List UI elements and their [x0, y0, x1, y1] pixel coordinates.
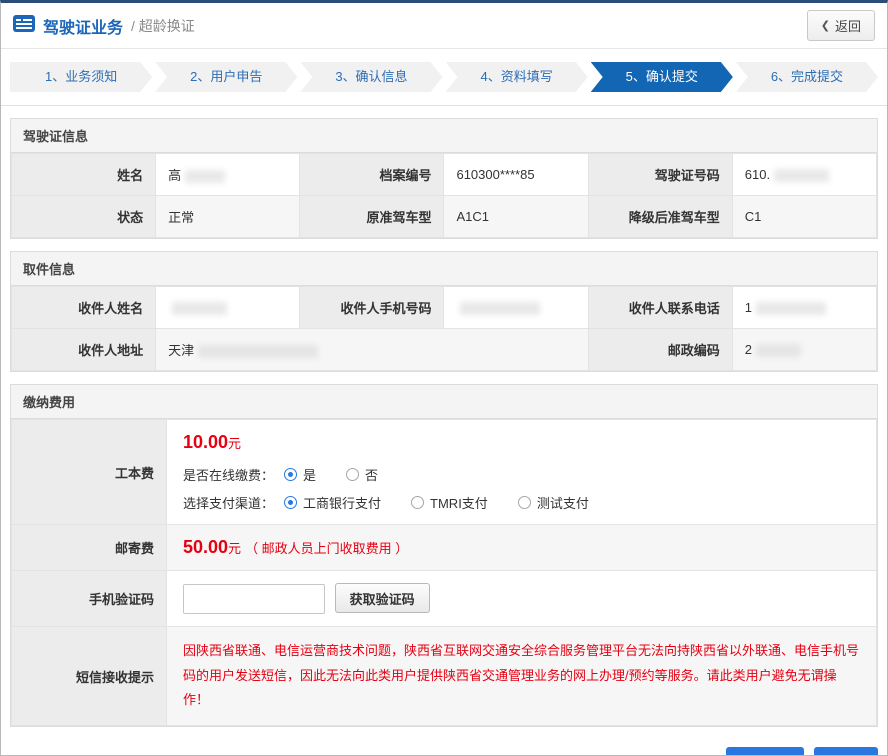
- breadcrumb: 驾驶证业务 / 超龄换证: [13, 14, 195, 38]
- step-wizard: 1、业务须知 2、用户申告 3、确认信息 4、资料填写 5、确认提交 6、完成提…: [1, 49, 887, 106]
- chevron-left-icon: ❮: [821, 19, 830, 32]
- license-info-table: 姓名 高 档案编号 610300****85 驾驶证号码 610. 状态 正常 …: [11, 153, 877, 238]
- radio-icon[interactable]: [518, 496, 531, 509]
- captcha-content: 获取验证码: [167, 571, 877, 627]
- downgraded-type-value: C1: [732, 196, 876, 238]
- postal-code-label: 邮政编码: [588, 329, 732, 371]
- recipient-mobile-value: [444, 287, 588, 329]
- license-no-value: 610.: [732, 154, 876, 196]
- orig-type-label: 原准驾车型: [300, 196, 444, 238]
- step-5-confirm-submit: 5、确认提交: [591, 62, 733, 92]
- mailing-fee-note: （ 邮政人员上门收取费用 ）: [245, 541, 408, 556]
- header: 驾驶证业务 / 超龄换证 ❮ 返回: [1, 3, 887, 49]
- payment-channel-question: 选择支付渠道：: [183, 493, 274, 512]
- sms-notice-content: 因陕西省联通、电信运营商技术问题，陕西省互联网交通安全综合服务管理平台无法向持陕…: [167, 627, 877, 726]
- table-row: 邮寄费 50.00元（ 邮政人员上门收取费用 ）: [12, 525, 877, 571]
- recipient-address-value: 天津: [156, 329, 588, 371]
- payment-table: 工本费 10.00元 是否在线缴费： 是: [11, 419, 877, 726]
- page: 驾驶证业务 / 超龄换证 ❮ 返回 1、业务须知 2、用户申告 3、确认信息 4…: [0, 0, 888, 756]
- payment-channel-radio-group: 选择支付渠道： 工商银行支付 TMRI支付 测试支付: [183, 493, 860, 512]
- table-row: 收件人姓名 收件人手机号码 收件人联系电话 1: [12, 287, 877, 329]
- pickup-info-table: 收件人姓名 收件人手机号码 收件人联系电话 1 收件人地址 天津 邮政编码 2: [11, 286, 877, 371]
- get-captcha-button[interactable]: 获取验证码: [335, 583, 430, 613]
- downgraded-type-label: 降级后准驾车型: [588, 196, 732, 238]
- sms-notice-label: 短信接收提示: [12, 627, 167, 726]
- redacted-value: [172, 302, 227, 315]
- section-title: 取件信息: [11, 252, 877, 286]
- step-3-confirm-info: 3、确认信息: [300, 62, 442, 92]
- radio-icon[interactable]: [284, 496, 297, 509]
- redacted-value: [774, 169, 829, 182]
- mailing-fee-label: 邮寄费: [12, 525, 167, 571]
- step-6-complete-submit: 6、完成提交: [736, 62, 878, 92]
- mailing-fee-amount: 50.00: [183, 537, 228, 557]
- table-row: 收件人地址 天津 邮政编码 2: [12, 329, 877, 371]
- back-button[interactable]: ❮ 返回: [807, 10, 875, 41]
- mailing-fee-content: 50.00元（ 邮政人员上门收取费用 ）: [167, 525, 877, 571]
- finish-button[interactable]: 完成: [814, 747, 878, 756]
- radio-label: 测试支付: [537, 493, 589, 512]
- table-row: 手机验证码 获取验证码: [12, 571, 877, 627]
- table-row: 工本费 10.00元 是否在线缴费： 是: [12, 420, 877, 525]
- section-title: 缴纳费用: [11, 385, 877, 419]
- page-title: 驾驶证业务: [43, 14, 123, 38]
- recipient-name-value: [156, 287, 300, 329]
- step-2-user-declaration: 2、用户申告: [155, 62, 297, 92]
- radio-channel-tmri[interactable]: TMRI支付: [411, 493, 488, 512]
- file-no-label: 档案编号: [300, 154, 444, 196]
- orig-type-value: A1C1: [444, 196, 588, 238]
- back-button-label: 返回: [835, 16, 861, 35]
- recipient-phone-value: 1: [732, 287, 876, 329]
- main-content: 驾驶证信息 姓名 高 档案编号 610300****85 驾驶证号码 610. …: [1, 118, 887, 756]
- recipient-mobile-label: 收件人手机号码: [300, 287, 444, 329]
- table-row: 状态 正常 原准驾车型 A1C1 降级后准驾车型 C1: [12, 196, 877, 238]
- step-1-business-notice: 1、业务须知: [10, 62, 152, 92]
- radio-icon[interactable]: [284, 468, 297, 481]
- redacted-value: [756, 302, 826, 315]
- production-fee-content: 10.00元 是否在线缴费： 是 否: [167, 420, 877, 525]
- radio-online-yes[interactable]: 是: [284, 465, 316, 484]
- radio-label: 否: [365, 465, 378, 484]
- recipient-address-label: 收件人地址: [12, 329, 156, 371]
- redacted-value: [756, 344, 801, 357]
- online-payment-question: 是否在线缴费：: [183, 465, 274, 484]
- radio-label: 是: [303, 465, 316, 484]
- redacted-value: [198, 345, 318, 358]
- file-no-value: 610300****85: [444, 154, 588, 196]
- step-4-fill-data: 4、资料填写: [446, 62, 588, 92]
- online-payment-radio-group: 是否在线缴费： 是 否: [183, 465, 860, 484]
- radio-icon[interactable]: [346, 468, 359, 481]
- license-no-label: 驾驶证号码: [588, 154, 732, 196]
- sms-notice-text: 因陕西省联通、电信运营商技术问题，陕西省互联网交通安全综合服务管理平台无法向持陕…: [183, 639, 860, 713]
- radio-icon[interactable]: [411, 496, 424, 509]
- status-label: 状态: [12, 196, 156, 238]
- captcha-input[interactable]: [183, 584, 325, 614]
- form-actions: 上一步 完成: [10, 747, 878, 756]
- previous-step-button[interactable]: 上一步: [726, 747, 804, 756]
- pickup-info-section: 取件信息 收件人姓名 收件人手机号码 收件人联系电话 1 收件人地址 天津 邮政…: [10, 251, 878, 372]
- status-value: 正常: [156, 196, 300, 238]
- section-title: 驾驶证信息: [11, 119, 877, 153]
- name-label: 姓名: [12, 154, 156, 196]
- radio-online-no[interactable]: 否: [346, 465, 378, 484]
- postal-code-value: 2: [732, 329, 876, 371]
- license-info-section: 驾驶证信息 姓名 高 档案编号 610300****85 驾驶证号码 610. …: [10, 118, 878, 239]
- name-value: 高: [156, 154, 300, 196]
- radio-channel-test[interactable]: 测试支付: [518, 493, 589, 512]
- redacted-value: [185, 170, 225, 183]
- radio-channel-icbc[interactable]: 工商银行支付: [284, 493, 381, 512]
- table-row: 短信接收提示 因陕西省联通、电信运营商技术问题，陕西省互联网交通安全综合服务管理…: [12, 627, 877, 726]
- recipient-name-label: 收件人姓名: [12, 287, 156, 329]
- radio-label: TMRI支付: [430, 493, 488, 512]
- table-row: 姓名 高 档案编号 610300****85 驾驶证号码 610.: [12, 154, 877, 196]
- license-business-icon: [13, 15, 35, 37]
- page-subtitle: / 超龄换证: [131, 16, 195, 36]
- production-fee-label: 工本费: [12, 420, 167, 525]
- production-fee-amount: 10.00元: [183, 432, 860, 453]
- captcha-label: 手机验证码: [12, 571, 167, 627]
- redacted-value: [460, 302, 540, 315]
- recipient-phone-label: 收件人联系电话: [588, 287, 732, 329]
- payment-section: 缴纳费用 工本费 10.00元 是否在线缴费： 是: [10, 384, 878, 727]
- radio-label: 工商银行支付: [303, 493, 381, 512]
